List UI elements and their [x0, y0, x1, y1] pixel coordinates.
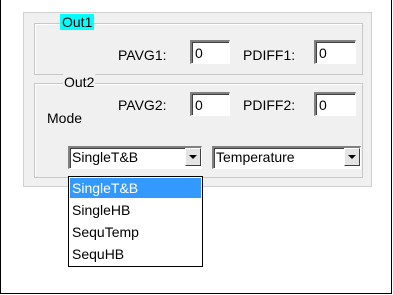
- mode-label: Mode: [47, 110, 83, 126]
- pdiff1-input[interactable]: [314, 40, 356, 64]
- chevron-down-icon: [189, 155, 197, 159]
- pdiff1-label: PDIFF1:: [243, 47, 296, 63]
- dropdown-option-sequhb[interactable]: SequHB: [70, 244, 201, 264]
- out2-legend: Out2: [63, 74, 96, 90]
- pdiff2-input[interactable]: [314, 92, 356, 116]
- dropdown-option-singlehb[interactable]: SingleHB: [70, 200, 201, 220]
- pavg2-input[interactable]: [190, 92, 230, 116]
- dropdown-option-sequtemp[interactable]: SequTemp: [70, 222, 201, 242]
- sensor-select[interactable]: Temperature: [212, 146, 361, 169]
- mode-select-dropdown-button[interactable]: [185, 148, 201, 166]
- sensor-select-value: Temperature: [216, 149, 295, 165]
- pdiff2-label: PDIFF2:: [243, 97, 296, 113]
- chevron-down-icon: [348, 155, 356, 159]
- pavg2-label: PAVG2:: [118, 97, 167, 113]
- pavg1-input[interactable]: [190, 40, 230, 64]
- dropdown-option-singletb[interactable]: SingleT&B: [70, 178, 201, 198]
- pavg1-label: PAVG1:: [118, 47, 167, 63]
- sensor-select-dropdown-button[interactable]: [344, 148, 360, 166]
- mode-dropdown-list: SingleT&B SingleHB SequTemp SequHB: [68, 176, 203, 267]
- mode-select-value: SingleT&B: [72, 149, 139, 165]
- mode-select[interactable]: SingleT&B: [68, 146, 202, 169]
- out1-legend: Out1: [60, 14, 95, 30]
